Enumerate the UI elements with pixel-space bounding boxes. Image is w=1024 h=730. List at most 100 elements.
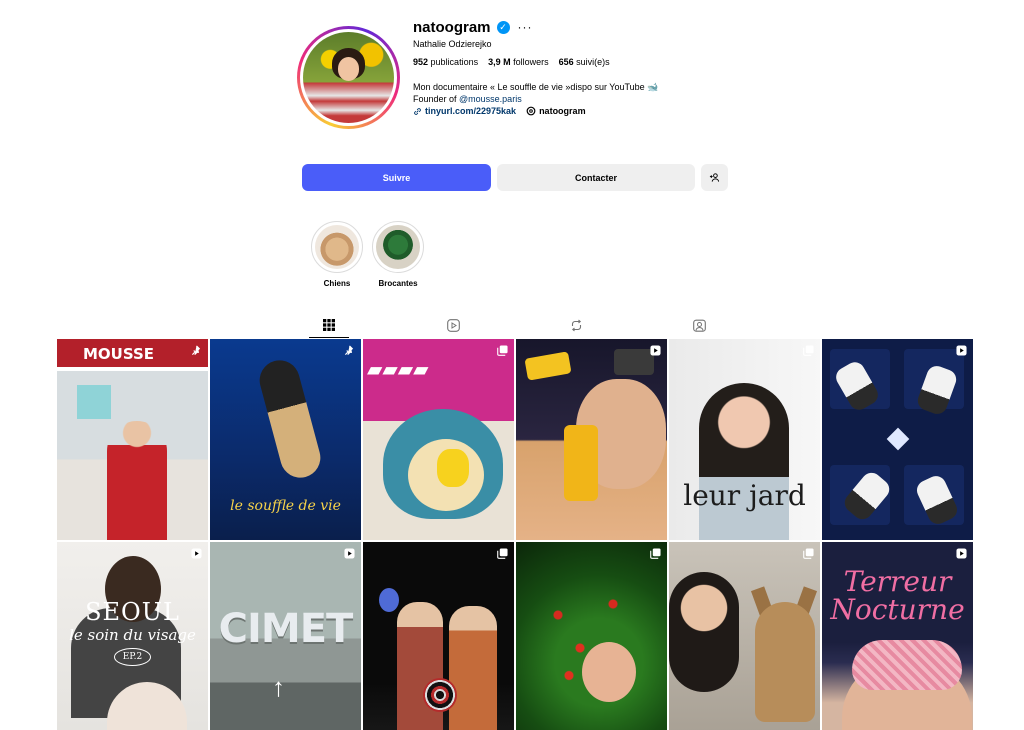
post-overlay-text: Terreur Nocturne [822,568,973,624]
post-tile[interactable] [516,339,667,540]
tab-reels[interactable] [433,312,473,338]
stat-following-label: suivi(e)s [576,57,610,67]
highlight-label: Brocantes [378,279,418,288]
post-tile[interactable]: leur jard [669,339,820,540]
post-shape [886,427,910,451]
follow-button[interactable]: Suivre [302,164,491,191]
reposts-icon [571,319,581,331]
post-overlay-text: le souffle de vie [230,498,341,514]
stat-followers-value: 3,9 M [488,57,511,67]
pin-icon [191,345,201,356]
profile-full-name: Nathalie Odzierejko [413,39,492,49]
post-shape [852,640,962,690]
post-title-line-2: Nocturne [830,593,965,626]
post-shape [564,425,598,501]
carousel-icon [497,345,508,356]
post-tile[interactable]: SEOUL le soin du visage EP.2 [57,542,208,730]
profile-links: tinyurl.com/22975kak natoogram [413,106,586,116]
post-tile[interactable]: CIMET ↑ [210,542,361,730]
post-title-line-1: Terreur [843,565,952,598]
post-shape [699,383,789,540]
post-shape [379,588,399,612]
post-shape [524,351,572,381]
post-episode-text: EP.2 [113,648,152,666]
post-shape [77,385,111,419]
stat-followers[interactable]: 3,9 M followers [488,57,549,67]
post-overlay-text: CIMET [218,606,354,652]
bio-line-1: Mon documentaire « Le souffle de vie »di… [413,82,659,92]
post-overlay-text: leur jard [683,479,806,512]
post-shape [449,606,497,730]
post-shape [423,678,457,712]
post-shape [669,572,739,692]
post-shape [255,355,325,483]
highlight-dog-image [315,225,359,269]
highlight-chiens[interactable]: Chiens [310,221,364,288]
reel-icon [191,548,202,559]
tab-tagged[interactable] [679,312,719,338]
stat-followers-label: followers [513,57,549,67]
carousel-icon [650,548,661,559]
highlight-ring [372,221,424,273]
threads-handle: natoogram [539,106,586,116]
external-link-text: tinyurl.com/22975kak [425,106,517,116]
stat-publications-label: publications [430,57,479,67]
pin-icon [344,345,354,356]
bio-line-2: Founder of @mousse.paris [413,93,658,105]
profile-stats: 952 publications 3,9 M followers 656 sui… [413,57,610,67]
post-shape [582,642,636,702]
carousel-icon [803,548,814,559]
reel-icon [650,345,661,356]
post-shape [437,449,469,487]
profile-bio: Mon documentaire « Le souffle de vie »di… [413,81,658,105]
bio-founder-text: Founder of [413,94,460,104]
post-tile[interactable]: le souffle de vie [210,339,361,540]
post-tile[interactable]: MOUSSE [57,339,208,540]
suggested-accounts-button[interactable] [701,164,728,191]
post-shape [755,602,815,722]
external-link[interactable]: tinyurl.com/22975kak [413,106,516,116]
contact-button[interactable]: Contacter [497,164,695,191]
post-tile[interactable] [669,542,820,730]
post-tile[interactable] [363,542,514,730]
stat-following[interactable]: 656 suivi(e)s [559,57,610,67]
profile-avatar[interactable] [297,26,400,129]
highlight-brocante-image [376,225,420,269]
tab-reposts[interactable] [556,312,596,338]
highlight-ring [311,221,363,273]
grid-icon [323,318,335,331]
tab-posts[interactable] [309,312,349,338]
profile-tabs [57,312,972,338]
highlight-label: Chiens [323,279,351,288]
stat-following-value: 656 [558,57,574,67]
stat-publications-value: 952 [413,57,429,67]
highlight-brocantes[interactable]: Brocantes [371,221,425,288]
posts-grid: MOUSSE le souffle de vie ▰▰▰▰ leur jard [57,339,973,730]
bio-mention-link[interactable]: @mousse.paris [459,94,522,104]
threads-icon [526,106,536,116]
reel-icon [344,548,355,559]
post-title-text: SEOUL [85,598,180,626]
profile-username[interactable]: natoogram [413,19,491,36]
avatar-photo [303,32,394,123]
post-tile[interactable]: Terreur Nocturne [822,542,973,730]
link-icon [414,107,421,115]
arrow-up-icon: ↑ [272,672,285,702]
carousel-icon [803,345,814,356]
more-options-icon[interactable]: ··· [518,20,533,34]
threads-link[interactable]: natoogram [526,106,586,116]
post-decorative-lettering: ▰▰▰▰ [367,357,429,381]
reel-icon [956,345,967,356]
username-row: natoogram ✓ ··· [413,18,533,36]
carousel-icon [497,548,508,559]
verified-badge-icon: ✓ [496,20,510,34]
post-tile[interactable]: ▰▰▰▰ [363,339,514,540]
avatar-frame [300,29,397,126]
post-shape [614,349,654,375]
post-overlay-text: SEOUL le soin du visage EP.2 [57,598,208,666]
post-tile[interactable] [516,542,667,730]
post-tile[interactable] [822,339,973,540]
post-subtitle-text: le soin du visage [69,626,196,644]
reels-icon [446,318,460,332]
post-overlay-text: MOUSSE [57,339,208,367]
